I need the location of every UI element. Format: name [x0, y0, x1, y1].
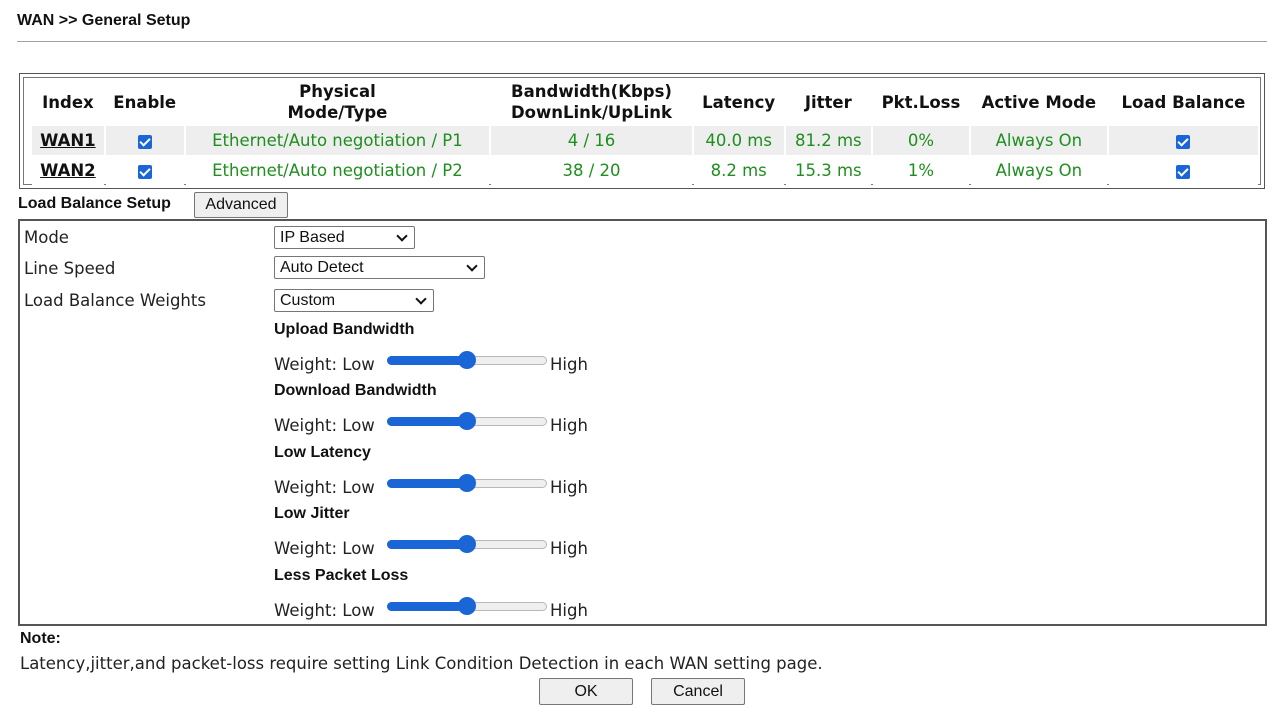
- slider-fill: [387, 417, 467, 426]
- upload-bandwidth-title: Upload Bandwidth: [274, 321, 415, 338]
- weight-low-label: Weight: Low: [274, 478, 375, 497]
- wan-pktloss: 0%: [873, 126, 969, 155]
- wan-enable-cell: [105, 155, 184, 186]
- col-bandwidth-line2: DownLink/UpLink: [510, 103, 673, 122]
- weight-high-label: High: [550, 355, 588, 374]
- note-title: Note:: [20, 630, 61, 647]
- enable-checkbox[interactable]: [137, 134, 152, 149]
- slider-thumb[interactable]: [458, 351, 476, 369]
- wan-status-panel: Index Enable Physical Mode/Type Bandwidt…: [19, 73, 1265, 189]
- wan-mode: Ethernet/Auto negotiation / P1: [185, 126, 490, 155]
- wan-bandwidth: 38 / 20: [491, 155, 692, 186]
- col-pktloss: Pkt.Loss: [881, 92, 961, 112]
- col-bandwidth: Bandwidth(Kbps) DownLink/UpLink: [491, 78, 692, 126]
- title-divider: [17, 41, 1267, 42]
- col-load-balance: Load Balance: [1121, 92, 1246, 112]
- wan-active-mode: Always On: [970, 126, 1107, 155]
- slider-thumb[interactable]: [458, 474, 476, 492]
- col-latency: Latency: [702, 92, 776, 112]
- enable-checkbox[interactable]: [137, 164, 152, 179]
- page-title: WAN >> General Setup: [17, 12, 191, 29]
- col-physical-line1: Physical: [299, 82, 376, 101]
- mode-label: Mode: [24, 228, 69, 247]
- mode-select[interactable]: IP Based: [274, 226, 415, 249]
- load-balance-title: Load Balance Setup: [18, 195, 171, 212]
- load-balance-checkbox[interactable]: [1176, 164, 1191, 179]
- slider-fill: [387, 602, 467, 611]
- weight-high-label: High: [550, 601, 588, 620]
- table-row: WAN1 Ethernet/Auto negotiation / P1 4 / …: [32, 126, 1258, 155]
- wan-mode: Ethernet/Auto negotiation / P2: [185, 155, 490, 186]
- wan-table: Index Enable Physical Mode/Type Bandwidt…: [30, 78, 1260, 186]
- download-bandwidth-title: Download Bandwidth: [274, 382, 437, 399]
- chevron-down-icon: [466, 260, 478, 272]
- col-enable: Enable: [113, 92, 177, 112]
- weights-select-value: Custom: [280, 292, 336, 309]
- line-speed-label: Line Speed: [24, 259, 116, 278]
- load-balance-checkbox[interactable]: [1176, 134, 1191, 149]
- line-speed-select[interactable]: Auto Detect: [274, 256, 485, 279]
- slider-thumb[interactable]: [458, 597, 476, 615]
- wan-load-balance-cell: [1108, 126, 1258, 155]
- low-latency-title: Low Latency: [274, 444, 371, 461]
- col-active-mode: Active Mode: [981, 92, 1097, 112]
- weight-low-label: Weight: Low: [274, 601, 375, 620]
- slider-fill: [387, 540, 467, 549]
- wan-enable-cell: [105, 126, 184, 155]
- weight-high-label: High: [550, 416, 588, 435]
- slider-thumb[interactable]: [458, 412, 476, 430]
- wan-index-link[interactable]: WAN2: [32, 155, 104, 186]
- col-physical-line2: Mode/Type: [287, 103, 388, 122]
- wan-status-inner: Index Enable Physical Mode/Type Bandwidt…: [23, 77, 1261, 186]
- weight-high-label: High: [550, 478, 588, 497]
- slider-fill: [387, 479, 467, 488]
- slider-thumb[interactable]: [458, 535, 476, 553]
- wan-load-balance-cell: [1108, 155, 1258, 186]
- chevron-down-icon: [415, 293, 427, 305]
- low-jitter-title: Low Jitter: [274, 505, 350, 522]
- ok-button[interactable]: OK: [539, 678, 633, 705]
- upload-bandwidth-slider[interactable]: [387, 350, 547, 370]
- wan-jitter: 81.2 ms: [785, 126, 872, 155]
- weight-high-label: High: [550, 539, 588, 558]
- slider-fill: [387, 356, 467, 365]
- download-bandwidth-slider[interactable]: [387, 411, 547, 431]
- weight-low-label: Weight: Low: [274, 355, 375, 374]
- col-bandwidth-line1: Bandwidth(Kbps): [511, 82, 672, 101]
- wan-latency: 40.0 ms: [693, 126, 784, 155]
- low-jitter-slider[interactable]: [387, 534, 547, 554]
- table-row: WAN2 Ethernet/Auto negotiation / P2 38 /…: [32, 155, 1258, 186]
- low-latency-slider[interactable]: [387, 473, 547, 493]
- col-index: Index: [42, 92, 94, 112]
- wan-pktloss: 1%: [873, 155, 969, 186]
- weight-low-label: Weight: Low: [274, 416, 375, 435]
- load-balance-panel: [18, 219, 1267, 626]
- line-speed-select-value: Auto Detect: [280, 259, 364, 276]
- advanced-button[interactable]: Advanced: [194, 192, 288, 218]
- chevron-down-icon: [396, 230, 408, 242]
- cancel-button[interactable]: Cancel: [651, 678, 745, 705]
- weights-label: Load Balance Weights: [24, 291, 206, 310]
- col-jitter: Jitter: [804, 92, 852, 112]
- weight-low-label: Weight: Low: [274, 539, 375, 558]
- less-packet-loss-slider[interactable]: [387, 596, 547, 616]
- mode-select-value: IP Based: [280, 229, 345, 246]
- wan-bandwidth: 4 / 16: [491, 126, 692, 155]
- wan-jitter: 15.3 ms: [785, 155, 872, 186]
- wan-index-link[interactable]: WAN1: [32, 126, 104, 155]
- note-text: Latency,jitter,and packet-loss require s…: [20, 654, 823, 673]
- col-physical: Physical Mode/Type: [186, 78, 490, 126]
- weights-select[interactable]: Custom: [274, 289, 434, 312]
- wan-latency: 8.2 ms: [693, 155, 784, 186]
- wan-active-mode: Always On: [970, 155, 1107, 186]
- less-packet-loss-title: Less Packet Loss: [274, 567, 409, 584]
- wan-table-header: Index Enable Physical Mode/Type Bandwidt…: [32, 78, 1258, 126]
